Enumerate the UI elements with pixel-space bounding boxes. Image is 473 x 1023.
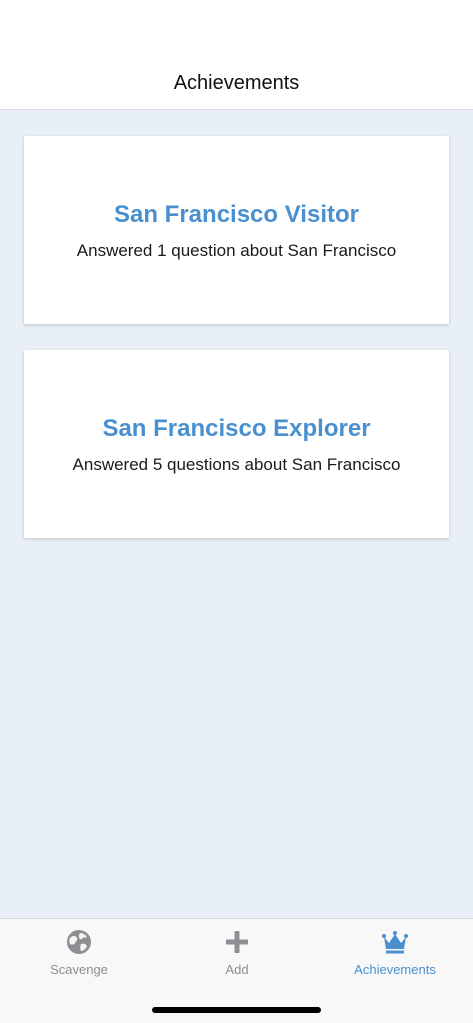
tab-achievements[interactable]: Achievements <box>316 919 473 983</box>
page-title: Achievements <box>173 72 300 94</box>
achievement-description: Answered 5 questions about San Francisco <box>72 455 401 474</box>
plus-icon <box>226 931 248 953</box>
achievement-title: San Francisco Visitor <box>114 201 359 228</box>
achievement-description: Answered 1 question about San Francisco <box>76 241 397 260</box>
tab-scavenge[interactable]: Scavenge <box>0 919 158 983</box>
tab-add[interactable]: Add <box>158 919 316 983</box>
achievement-card[interactable]: San Francisco Explorer Answered 5 questi… <box>24 350 449 538</box>
achievement-title: San Francisco Explorer <box>102 415 371 442</box>
tab-scavenge-label: Scavenge <box>50 962 108 977</box>
tab-achievements-label: Achievements <box>354 962 436 977</box>
achievements-list: San Francisco Visitor Answered 1 questio… <box>0 110 473 918</box>
achievement-card[interactable]: San Francisco Visitor Answered 1 questio… <box>24 136 449 324</box>
crown-icon <box>382 931 408 954</box>
nav-header: Achievements <box>0 0 473 110</box>
globe-icon <box>67 930 91 954</box>
tab-add-label: Add <box>225 962 249 977</box>
home-indicator <box>152 1007 321 1013</box>
